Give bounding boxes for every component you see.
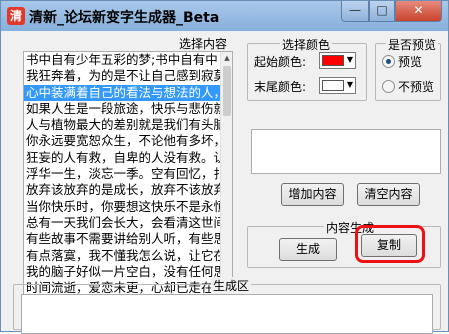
list-item[interactable]: 有些故事不需要讲给别人听，有些思 — [24, 231, 221, 247]
scroll-thumb[interactable] — [223, 66, 231, 116]
list-item[interactable]: 你永远要宽恕众生，不论他有多坏， — [24, 133, 221, 149]
preview-textbox[interactable] — [251, 129, 441, 174]
list-item[interactable]: 总有一天我们会长大，会看清这世间 — [24, 215, 221, 231]
radio-no-preview-label: 不预览 — [398, 80, 435, 94]
window-title: 清新_论坛新变字生成器_Beta — [29, 10, 220, 26]
start-color-swatch — [322, 55, 344, 66]
list-item[interactable]: 我狂奔着，为的是不让自己感到寂莫 — [24, 68, 221, 84]
end-color-label: 末尾颜色: — [254, 80, 307, 94]
radio-preview[interactable]: 预览 — [382, 53, 422, 70]
list-item[interactable]: 如果人生是一段旅途，快乐与悲伤就 — [24, 101, 221, 117]
close-button[interactable]: ✕ — [395, 1, 442, 22]
output-textbox[interactable] — [21, 294, 433, 334]
list-item[interactable]: 书中自有少年五彩的梦;书中自有中 — [24, 52, 221, 68]
radio-preview-label: 预览 — [398, 55, 423, 69]
list-item[interactable]: 当你快乐时，你要想这快乐不是永恒 — [24, 199, 221, 215]
content-group-label: 选择内容 — [177, 35, 230, 52]
content-lines: 书中自有少年五彩的梦;书中自有中 我狂奔着，为的是不让自己感到寂莫 心中装满着自己的… — [24, 52, 221, 306]
output-group-label: 生成区 — [211, 277, 252, 294]
add-content-button[interactable]: 增加内容 — [281, 183, 344, 206]
start-color-picker[interactable]: ▼ — [319, 52, 356, 69]
copy-button-highlight — [355, 225, 425, 263]
radio-no-preview-dot[interactable] — [382, 80, 395, 93]
chevron-down-icon: ▼ — [346, 80, 353, 89]
title-bar[interactable]: 清 清新_论坛新变字生成器_Beta — □ ✕ — [1, 1, 448, 31]
list-item[interactable]: 我的脑子好似一片空白，没有任何思 — [24, 264, 221, 280]
list-item[interactable]: 有点落寞，我不懂我怎么说，让它在 — [24, 248, 221, 264]
scroll-up-arrow-icon[interactable]: ▲ — [221, 52, 232, 64]
list-item[interactable]: 放弃该放弃的是成长，放弃不该放弃 — [24, 182, 221, 198]
maximize-button[interactable]: □ — [369, 1, 395, 22]
content-listbox[interactable]: 书中自有少年五彩的梦;书中自有中 我狂奔着，为的是不让自己感到寂莫 心中装满着自己的… — [23, 51, 233, 307]
content-scrollbar[interactable]: ▲ ▼ — [220, 52, 232, 306]
app-icon: 清 — [7, 7, 25, 25]
end-color-swatch — [322, 80, 344, 91]
list-item[interactable]: 心中装满着自己的看法与想法的人， — [24, 84, 221, 101]
start-color-label: 起始颜色: — [254, 55, 307, 69]
generate-button[interactable]: 生成 — [279, 238, 337, 261]
list-item[interactable]: 浮华一生，淡忘一季。空有回忆，扎 — [24, 166, 221, 182]
radio-preview-dot[interactable] — [382, 55, 395, 68]
minimize-button[interactable]: — — [341, 1, 369, 22]
preview-group-label: 是否预览 — [386, 36, 439, 53]
list-item[interactable]: 狂妄的人有救，自卑的人没有救。认 — [24, 150, 221, 166]
clear-content-button[interactable]: 清空内容 — [357, 183, 420, 206]
radio-no-preview[interactable]: 不预览 — [382, 78, 434, 95]
end-color-picker[interactable]: ▼ — [319, 77, 356, 94]
chevron-down-icon: ▼ — [346, 55, 353, 64]
list-item[interactable]: 人与植物最大的差别就是我们有头脑 — [24, 117, 221, 133]
color-group-label: 选择颜色 — [280, 36, 333, 53]
app-window: 清 清新_论坛新变字生成器_Beta — □ ✕ 选择内容 书中自有少年五彩的梦… — [0, 0, 449, 334]
